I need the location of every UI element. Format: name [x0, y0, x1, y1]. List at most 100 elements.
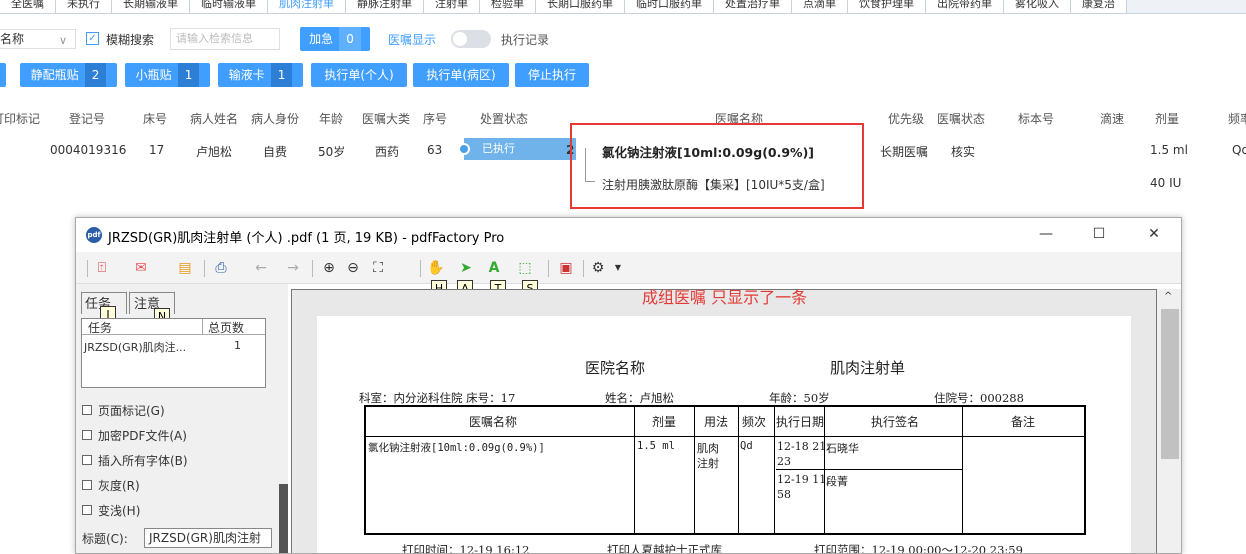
tab-11[interactable]: 点滴单 [792, 0, 848, 13]
column-header-14[interactable]: 剂量 [1155, 110, 1179, 132]
doc-printer: 打印人夏越护士正式库 [607, 543, 722, 554]
minimize-icon[interactable]: — [1036, 224, 1056, 244]
order-status: 核实 [951, 145, 976, 159]
highlight-box [570, 123, 864, 209]
email-icon[interactable]: ✉ [132, 259, 150, 277]
option-checkbox[interactable] [82, 455, 92, 465]
doc-patient-name: 姓名：卢旭松 [605, 391, 674, 405]
tab-2[interactable]: 长期输液单 [112, 0, 190, 13]
chevron-down-icon: ∨ [58, 34, 67, 47]
column-header-1[interactable]: 登记号 [69, 110, 105, 132]
page-extract-icon[interactable]: ▣ [557, 259, 575, 277]
iv-label-button[interactable]: 静配瓶贴 2 [20, 63, 117, 87]
settings-gear-icon[interactable]: ⚙ [589, 259, 607, 277]
column-header-11[interactable]: 医嘱状态 [937, 110, 985, 132]
column-header-4[interactable]: 病人身份 [251, 110, 299, 132]
pdf-page: 医院名称 肌肉注射单 科室：内分泌科住院 床号：17 姓名：卢旭松 年龄：50岁… [317, 316, 1131, 554]
column-header-8[interactable]: 处置状态 [480, 110, 528, 132]
maximize-icon[interactable]: ☐ [1089, 224, 1109, 244]
order-display-label: 医嘱显示 [388, 33, 437, 47]
doc-title: 肌肉注射单 [830, 359, 906, 377]
td-date-2a: 12-19 11: [777, 473, 830, 486]
close-icon[interactable]: ✕ [1144, 224, 1164, 244]
dose-2: 40 IU [1150, 176, 1182, 190]
bed-no: 17 [149, 143, 165, 157]
zoom-out-icon[interactable]: ⊖ [344, 259, 362, 277]
column-header-2[interactable]: 床号 [143, 110, 167, 132]
text-tool-icon[interactable]: A [485, 259, 503, 277]
column-header-13[interactable]: 滴速 [1100, 110, 1124, 132]
pdf-page-area: 成组医嘱 只显示了一条 医院名称 肌肉注射单 科室：内分泌科住院 床号：17 姓… [291, 288, 1157, 554]
pdf-window: pdf JRZSD(GR)肌肉注射单 (个人) .pdf (1 页, 19 KB… [75, 217, 1182, 554]
exec-sheet-personal-button[interactable]: 执行单(个人) [311, 63, 407, 87]
option-label: 页面标记(G) [98, 404, 165, 418]
column-header-12[interactable]: 标本号 [1018, 110, 1054, 132]
stop-exec-button[interactable]: 停止执行 [515, 63, 589, 87]
tab-9[interactable]: 临时口服药单 [625, 0, 714, 13]
order-seq: 63 [427, 143, 443, 157]
option-checkbox[interactable] [82, 480, 92, 490]
left-panel: 任务 注意 J N 任务 总页数 JRZSD(GR)肌肉注... 1 页面标记(… [76, 284, 288, 553]
tab-5[interactable]: 静脉注射单 [346, 0, 424, 13]
td-sign-2: 段菁 [826, 475, 848, 488]
column-header-15[interactable]: 频率 [1228, 110, 1246, 132]
doc-print-time: 打印时间：12-19 16:12 [402, 543, 530, 554]
tab-14[interactable]: 雾化吸入 [1004, 0, 1071, 13]
zoom-in-icon[interactable]: ⊕ [320, 259, 338, 277]
pdf-save-icon[interactable]: ⍐ [93, 259, 111, 277]
doc-hospital: 医院名称 [585, 359, 646, 377]
hand-tool-icon[interactable]: ✋ [427, 259, 445, 277]
tab-4[interactable]: 肌肉注射单 [268, 0, 346, 13]
select-arrow-icon[interactable]: ➤ [457, 259, 475, 277]
tab-6[interactable]: 注射单 [424, 0, 480, 13]
exec-sheet-ward-button[interactable]: 执行单(病区) [413, 63, 509, 87]
vertical-scrollbar[interactable]: ^ [1157, 289, 1181, 553]
splitter[interactable] [279, 484, 288, 553]
scroll-up-icon[interactable]: ^ [1164, 291, 1172, 302]
scroll-thumb[interactable] [1161, 309, 1179, 459]
column-header-7[interactable]: 序号 [423, 110, 447, 132]
tab-13[interactable]: 出院带药单 [926, 0, 1004, 13]
search-input[interactable]: 请输入检索信息 [170, 28, 280, 50]
th-remark: 备注 [1011, 415, 1036, 429]
infusion-card-button[interactable]: 输液卡 1 [218, 63, 303, 87]
tab-15[interactable]: 康复治 [1071, 0, 1127, 13]
tab-1[interactable]: 未执行 [56, 0, 112, 13]
option-checkbox[interactable] [82, 505, 92, 515]
task-item-name[interactable]: JRZSD(GR)肌肉注... [84, 339, 186, 355]
reg-no: 0004019316 [50, 143, 127, 157]
option-label: 插入所有字体(B) [98, 454, 188, 468]
print-icon[interactable]: ⎙ [212, 259, 230, 277]
tab-10[interactable]: 处置治疗单 [714, 0, 792, 13]
pdffactory-logo-icon: pdf [86, 227, 102, 243]
tab-3[interactable]: 临时输液单 [190, 0, 268, 13]
fuzzy-search-checkbox[interactable]: ✓ [86, 32, 99, 45]
column-header-3[interactable]: 病人姓名 [190, 110, 238, 132]
option-checkbox[interactable] [82, 405, 92, 415]
order-display-toggle[interactable] [451, 30, 491, 48]
td-freq: Qd [740, 440, 753, 452]
save-icon[interactable]: ▤ [176, 259, 194, 277]
snapshot-tool-icon[interactable]: ⬚ [516, 259, 534, 277]
tab-0[interactable]: 全医嘱 [0, 0, 56, 13]
urgent-button[interactable]: 加急 0 [300, 27, 370, 51]
th-date: 执行日期 [776, 415, 825, 429]
chevron-down-icon[interactable]: ▼ [609, 259, 627, 277]
fit-page-icon[interactable]: ⛶ [369, 259, 387, 277]
tab-12[interactable]: 饮食护理单 [848, 0, 926, 13]
back-arrow-icon[interactable]: ← [252, 259, 270, 277]
action-button-partial[interactable] [0, 63, 6, 87]
forward-arrow-icon[interactable]: → [284, 259, 302, 277]
tab-7[interactable]: 检验单 [480, 0, 536, 13]
option-checkbox[interactable] [82, 430, 92, 440]
search-field-select[interactable]: 名称 ∨ [0, 29, 76, 49]
column-header-10[interactable]: 优先级 [888, 110, 924, 132]
tab-8[interactable]: 长期口服药单 [536, 0, 625, 13]
column-header-6[interactable]: 医嘱大类 [362, 110, 410, 132]
column-header-5[interactable]: 年龄 [319, 110, 343, 132]
title-label: 标题(C): [82, 532, 128, 546]
title-input[interactable]: JRZSD(GR)肌肉注射 [144, 528, 272, 548]
column-header-0[interactable]: 打印标记 [0, 110, 40, 132]
doc-print-range: 打印范围：12-19 00:00～12-20 23:59 [814, 543, 1023, 554]
small-bottle-label-button[interactable]: 小瓶贴 1 [125, 63, 210, 87]
